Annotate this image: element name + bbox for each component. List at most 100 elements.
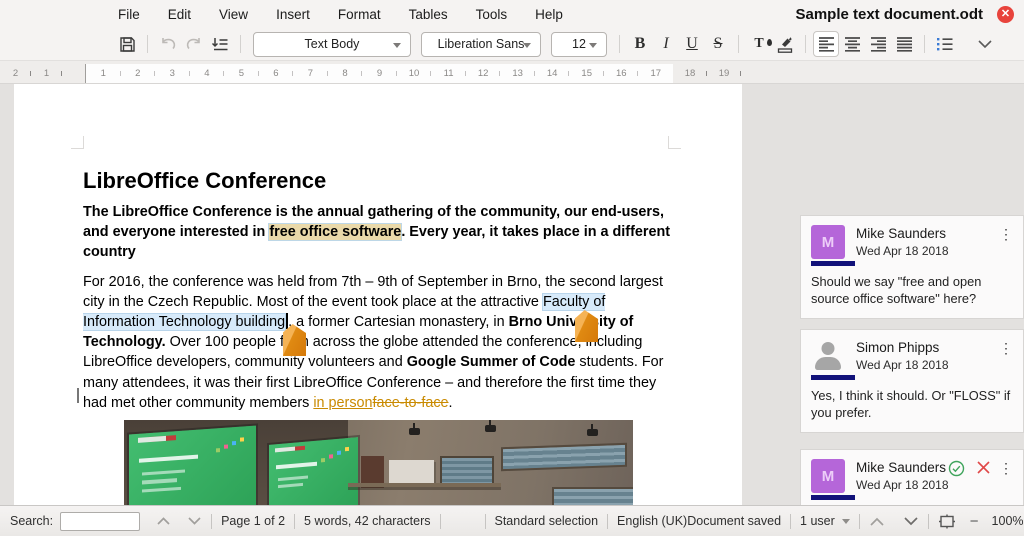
search-next-button[interactable]	[187, 516, 202, 526]
font-name-select[interactable]: Liberation Sans	[421, 31, 541, 57]
toolbar-separator	[924, 35, 925, 53]
selection-mode-status[interactable]: Standard selection	[495, 514, 599, 528]
menu-item[interactable]: Help	[521, 7, 577, 22]
align-center-button[interactable]	[839, 31, 865, 57]
comment-author: Mike Saunders	[856, 226, 947, 241]
paragraph-segment: , a former Cartesian monastery, in	[288, 314, 509, 331]
strikethrough-icon: S	[713, 35, 723, 52]
page-number-status[interactable]: Page 1 of 2	[221, 514, 285, 528]
comment-date: Wed Apr 18 2018	[856, 358, 949, 372]
avatar: M	[811, 225, 855, 266]
writer-app: File Edit View Insert Format Tables Tools Help …	[0, 0, 1024, 536]
comment-text: Should we say "free and open source offi…	[811, 274, 982, 306]
kebab-menu-icon[interactable]: ⋮	[999, 340, 1013, 357]
bullet-list-button[interactable]	[932, 31, 958, 57]
chevron-down-icon	[523, 42, 531, 48]
conference-photo[interactable]	[124, 420, 633, 505]
underline-button[interactable]: U	[679, 31, 705, 57]
doc-paragraph-body[interactable]: For 2016, the conference was held from 7…	[83, 272, 679, 413]
bold-icon: B	[634, 35, 646, 52]
reject-change-icon[interactable]	[976, 460, 991, 477]
doc-heading[interactable]: LibreOffice Conference	[83, 168, 742, 194]
chevron-down-icon	[393, 42, 401, 48]
underline-icon: U	[686, 35, 698, 52]
undo-button[interactable]	[155, 31, 181, 57]
accept-change-icon[interactable]	[948, 460, 965, 477]
menu-item[interactable]: Format	[324, 7, 395, 22]
document-page[interactable]: LibreOffice Conference The LibreOffice C…	[14, 84, 742, 505]
search-input[interactable]	[60, 511, 141, 531]
bold-button[interactable]: B	[627, 31, 653, 57]
highlight-color-button[interactable]	[772, 31, 798, 57]
toolbar: Text Body Liberation Sans 12 B I U S T	[0, 28, 1024, 61]
undo-icon	[158, 35, 178, 53]
zoom-out-button[interactable]: −	[970, 513, 979, 530]
font-size-value: 12	[572, 37, 586, 51]
author-color-bar	[811, 261, 855, 266]
redo-button[interactable]	[181, 31, 207, 57]
font-color-icon: T	[754, 36, 772, 52]
chevron-down-icon	[589, 42, 597, 48]
align-justify-button[interactable]	[891, 31, 917, 57]
presentation-screen	[129, 425, 257, 505]
font-size-select[interactable]: 12	[551, 31, 607, 57]
italic-button[interactable]: I	[653, 31, 679, 57]
formatting-marks-button[interactable]	[207, 31, 233, 57]
comment-date: Wed Apr 18 2018	[856, 244, 949, 258]
prev-page-button[interactable]	[869, 516, 885, 527]
menu-item[interactable]: File	[104, 7, 154, 22]
avatar: M	[811, 459, 855, 500]
comment-card[interactable]: Simon Phipps Wed Apr 18 2018 ⋮ Yes, I th…	[800, 329, 1024, 433]
comment-card[interactable]: M Mike Saunders Wed Apr 18 2018 ⋮ Should…	[800, 215, 1024, 319]
paragraph-style-select[interactable]: Text Body	[253, 31, 411, 57]
align-left-icon	[818, 36, 835, 52]
zoom-level[interactable]: 100%	[992, 514, 1024, 528]
doc-paragraph-intro[interactable]: The LibreOffice Conference is the annual…	[83, 202, 679, 263]
align-right-button[interactable]	[865, 31, 891, 57]
chevron-down-icon	[977, 38, 993, 50]
author-color-bar	[811, 375, 855, 380]
menu-item[interactable]: Tables	[395, 7, 462, 22]
redo-icon	[184, 35, 204, 53]
status-bar: Search: Page 1 of 2 5 words, 42 characte…	[0, 505, 1024, 536]
kebab-menu-icon[interactable]: ⋮	[999, 460, 1013, 477]
paragraph-segment: in person	[313, 394, 373, 411]
search-label: Search:	[10, 514, 54, 528]
document-area: LibreOffice Conference The LibreOffice C…	[0, 84, 742, 505]
zoom-fit-icon[interactable]	[938, 514, 956, 529]
menu-items: File Edit View Insert Format Tables Tools Help	[104, 7, 577, 22]
chevron-down-icon	[841, 519, 850, 524]
comment-author: Mike Saunders	[856, 460, 947, 475]
horizontal-ruler[interactable]: 21 1234567891011121314151617 1819	[0, 61, 1024, 84]
highlight-color-icon	[775, 34, 795, 54]
strikethrough-button[interactable]: S	[705, 31, 731, 57]
toolbar-separator	[147, 35, 148, 53]
user-count-dropdown[interactable]: 1 user	[800, 514, 850, 528]
close-button[interactable]: ✕	[997, 5, 1014, 23]
font-color-button[interactable]: T	[746, 31, 772, 57]
kebab-menu-icon[interactable]: ⋮	[999, 226, 1013, 243]
comments-sidebar: M Mike Saunders Wed Apr 18 2018 ⋮ Should…	[800, 215, 1024, 536]
paragraph-segment: .	[448, 394, 453, 411]
toolbar-separator	[619, 35, 620, 53]
avatar	[811, 339, 855, 380]
menu-item[interactable]: Edit	[154, 7, 205, 22]
align-left-button[interactable]	[813, 31, 839, 57]
menu-item[interactable]: Tools	[462, 7, 522, 22]
save-button[interactable]	[114, 31, 140, 57]
formatting-marks-icon	[210, 35, 230, 53]
next-page-button[interactable]	[903, 516, 919, 527]
menu-item[interactable]: View	[205, 7, 262, 22]
bullet-list-icon	[936, 36, 954, 52]
menu-item[interactable]: Insert	[262, 7, 324, 22]
toolbar-more-button[interactable]	[972, 31, 998, 57]
avatar-letter: M	[821, 233, 835, 251]
save-status: Document saved	[687, 514, 782, 528]
toolbar-separator	[805, 35, 806, 53]
word-count-status[interactable]: 5 words, 42 characters	[304, 514, 430, 528]
align-justify-icon	[896, 36, 913, 52]
italic-icon: I	[663, 35, 669, 52]
comment-highlight[interactable]: free office software	[269, 224, 402, 241]
language-status[interactable]: English (UK)	[617, 514, 687, 528]
search-prev-button[interactable]	[156, 516, 171, 526]
